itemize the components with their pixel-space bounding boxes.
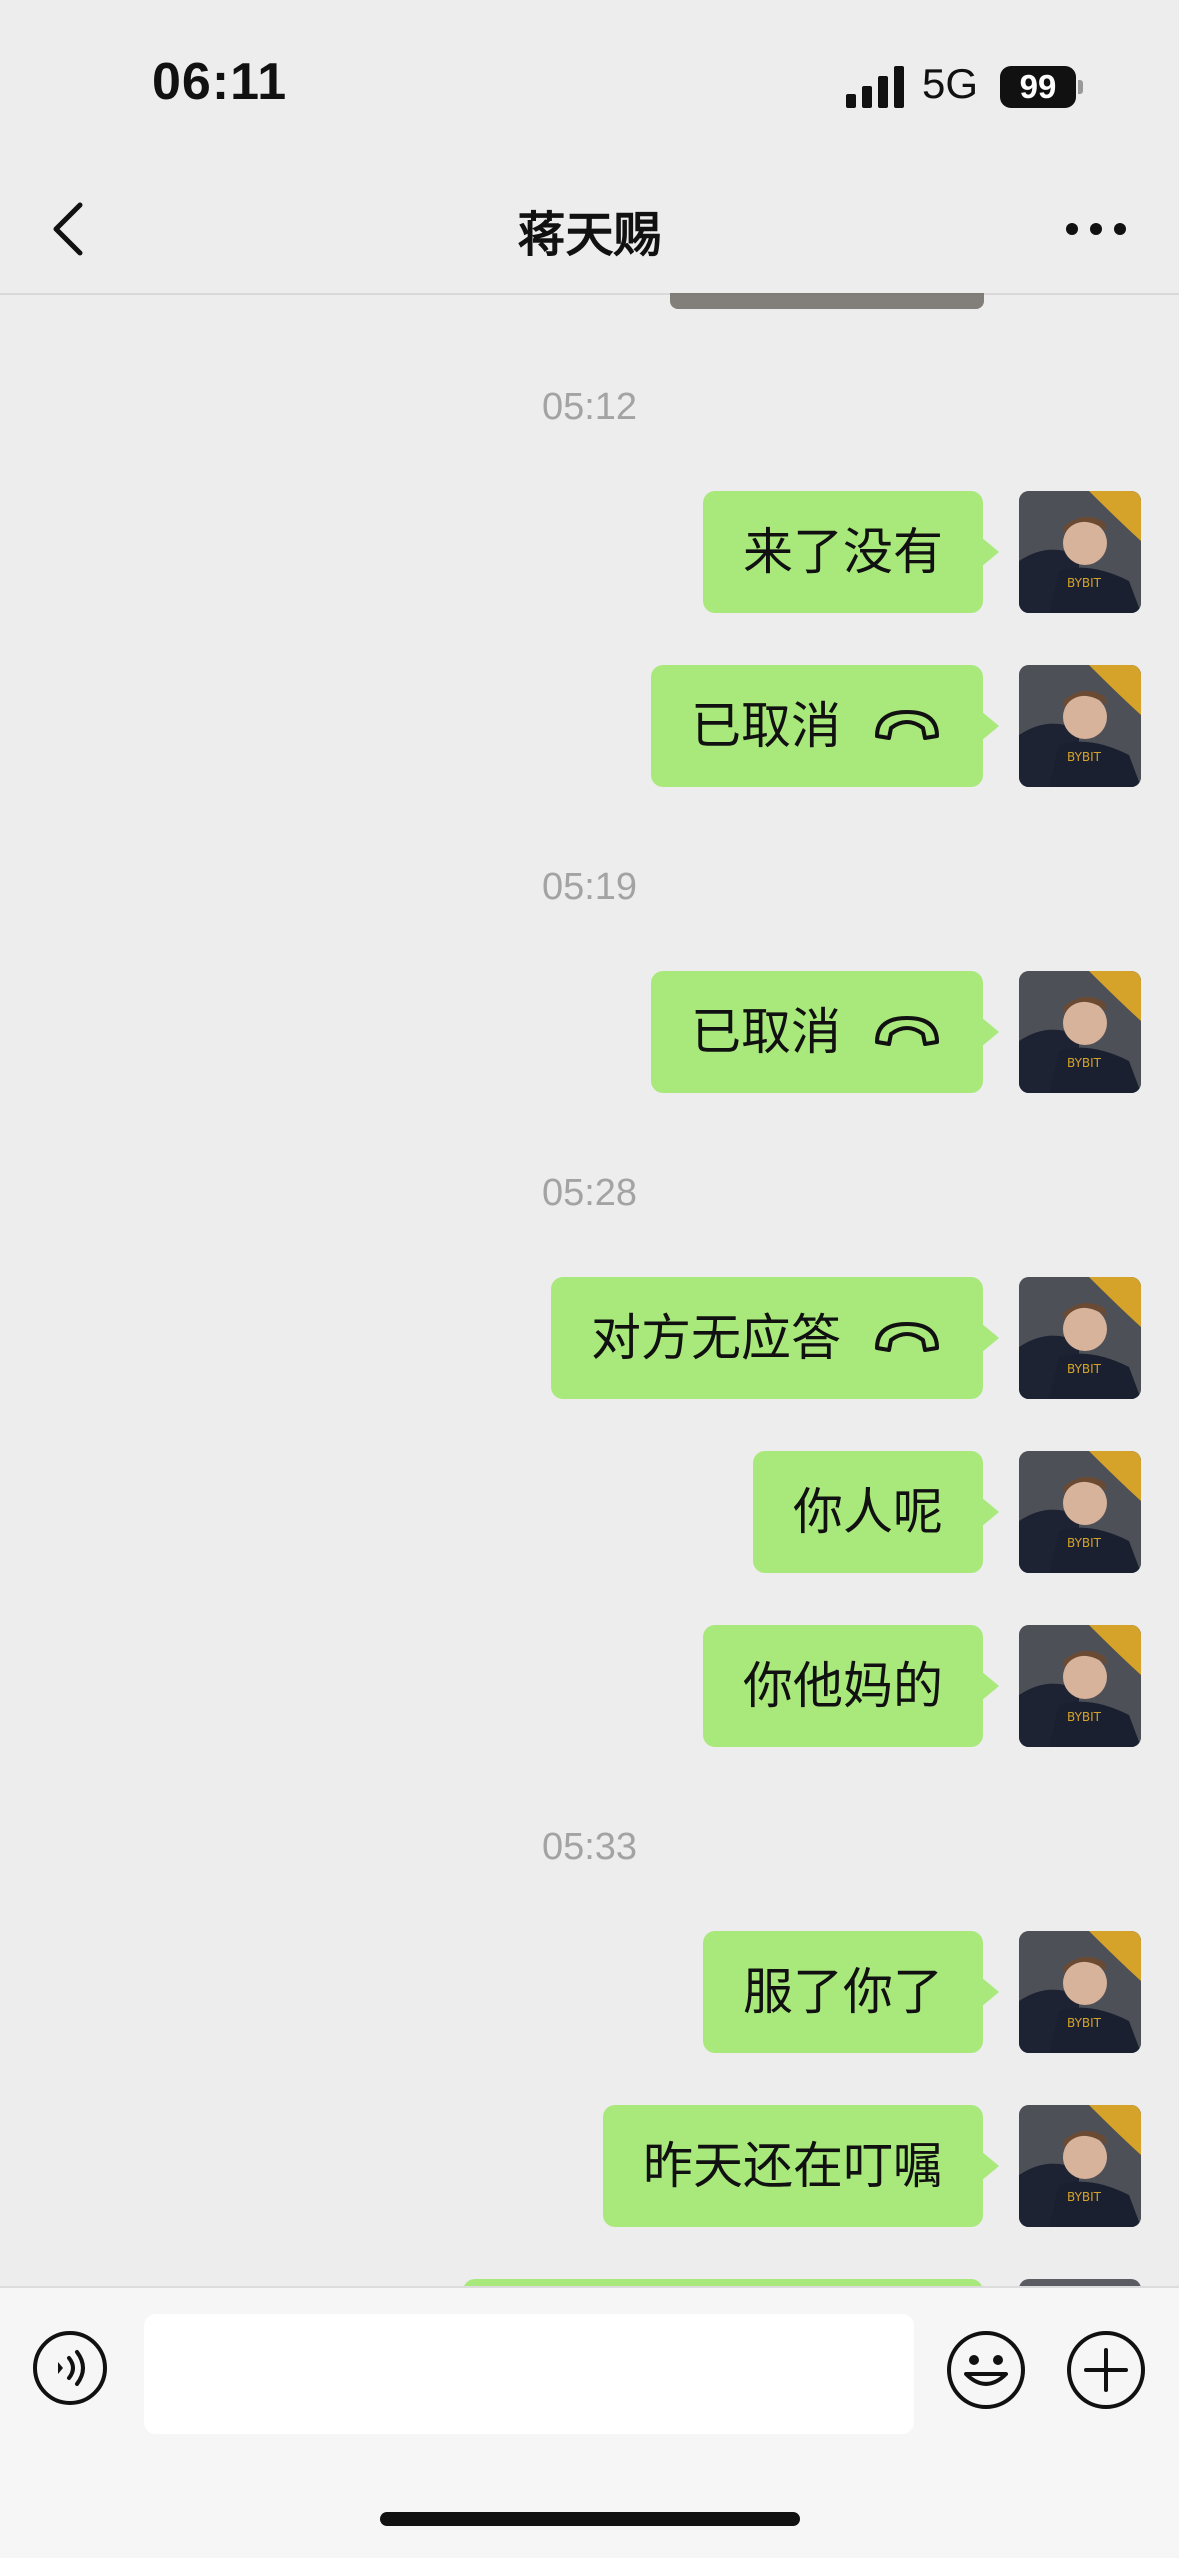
image-message-peek[interactable] [670,293,984,309]
message-text: 昨天还在叮嘱 [643,2137,943,2195]
timestamp: 05:28 [541,1172,638,1214]
message-text: 已取消 [691,1003,841,1061]
home-indicator[interactable] [380,2512,800,2526]
avatar[interactable]: BYBIT [1019,1277,1141,1399]
svg-text:BYBIT: BYBIT [1067,1710,1102,1724]
signal-icon [846,66,904,108]
call-message-bubble[interactable]: 已取消 [651,971,999,1093]
voice-input-icon[interactable] [32,2330,108,2406]
call-icon [875,1015,939,1046]
status-time: 06:11 [152,53,288,111]
message-text: 服了你了 [743,1963,943,2021]
battery-tip [1078,80,1083,94]
avatar[interactable]: BYBIT [1019,1625,1141,1747]
message-text: 你他妈的 [743,1657,943,1715]
call-icon [875,709,939,740]
plus-icon[interactable] [1066,2330,1146,2410]
message-input[interactable] [144,2314,914,2434]
status-bar: 06:11 5G 99 [0,0,1179,165]
message-bubble[interactable]: 昨天还在叮嘱 [603,2105,999,2227]
timestamp: 05:12 [541,386,638,428]
call-icon [875,1321,939,1352]
timestamp: 05:33 [541,1826,638,1868]
message-bubble[interactable]: 你人呢 [753,1451,999,1573]
avatar[interactable]: BYBIT [1019,1451,1141,1573]
message-bubble[interactable]: 服了你了 [703,1931,999,2053]
svg-text:BYBIT: BYBIT [1067,2190,1102,2204]
network-type: 5G [922,60,979,107]
svg-text:BYBIT: BYBIT [1067,576,1102,590]
battery-indicator: 99 [1000,66,1076,108]
message-text: 来了没有 [743,523,943,581]
avatar[interactable]: BYBIT [1019,491,1141,613]
svg-text:BYBIT: BYBIT [1067,1536,1102,1550]
svg-text:BYBIT: BYBIT [1067,2016,1102,2030]
message-text: 你人呢 [793,1483,943,1541]
avatar[interactable]: BYBIT [1019,665,1141,787]
message-bubble[interactable]: 你他妈的 [703,1625,999,1747]
timestamp: 05:19 [541,866,638,908]
avatar[interactable]: BYBIT [1019,971,1141,1093]
chat-header: 蒋天赐 [0,165,1179,295]
emoji-icon[interactable] [946,2330,1026,2410]
svg-text:BYBIT: BYBIT [1067,1362,1102,1376]
chat-title: 蒋天赐 [517,207,662,263]
message-text: 对方无应答 [591,1309,841,1367]
svg-text:BYBIT: BYBIT [1067,750,1102,764]
call-message-bubble[interactable]: 已取消 [651,665,999,787]
svg-text:BYBIT: BYBIT [1067,1056,1102,1070]
avatar[interactable]: BYBIT [1019,2105,1141,2227]
message-text: 已取消 [691,697,841,755]
more-options-icon[interactable] [1060,201,1132,257]
call-message-bubble[interactable]: 对方无应答 [551,1277,999,1399]
avatar[interactable]: BYBIT [1019,1931,1141,2053]
message-bubble[interactable]: 来了没有 [703,491,999,613]
